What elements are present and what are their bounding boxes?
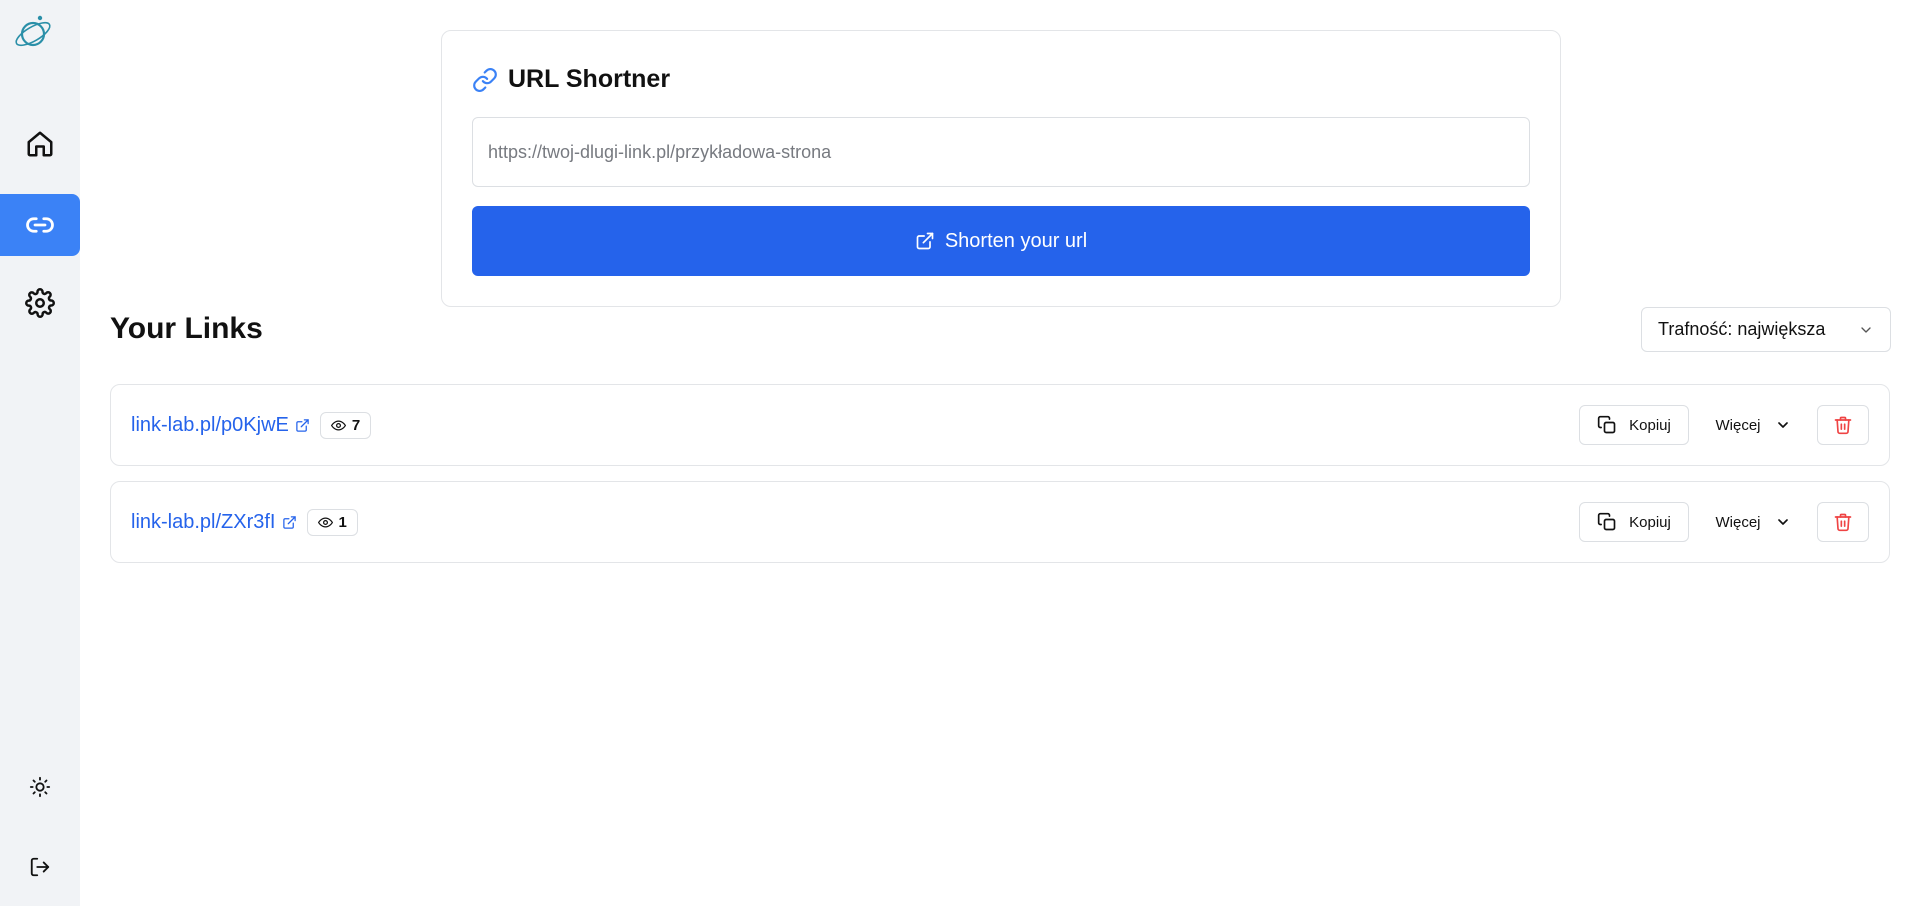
delete-button[interactable] [1817, 405, 1869, 445]
more-button-label: Więcej [1715, 513, 1761, 531]
chevron-down-icon [1777, 422, 1788, 428]
sidebar [0, 0, 80, 906]
external-link-icon [296, 418, 309, 432]
sidebar-item-settings[interactable] [0, 272, 80, 334]
more-dropdown-button[interactable]: Więcej [1703, 502, 1803, 542]
short-link[interactable]: link-lab.pl/p0KjwE [131, 414, 310, 437]
shorten-button-label: Shorten your url [944, 229, 1088, 252]
sort-select-value: Trafność: największa [1658, 319, 1826, 339]
card-title: URL Shortner [508, 65, 671, 93]
copy-button-label: Kopiuj [1629, 513, 1671, 531]
card-header: URL Shortner [472, 65, 670, 94]
shorten-url-button[interactable]: Shorten your url [472, 206, 1530, 276]
link-icon [473, 67, 497, 92]
copy-icon [1597, 512, 1616, 531]
external-link-icon [282, 515, 296, 529]
url-input[interactable] [472, 117, 1530, 187]
chevron-down-icon [1861, 326, 1871, 333]
more-dropdown-button[interactable]: Więcej [1703, 405, 1803, 445]
short-link[interactable]: link-lab.pl/ZXr3fI [131, 511, 297, 534]
sort-select[interactable]: Trafność: największa [1641, 307, 1891, 352]
home-icon [27, 131, 53, 157]
short-link-text: link-lab.pl/ZXr3fI [131, 510, 276, 533]
more-button-label: Więcej [1715, 416, 1761, 434]
views-count: 7 [351, 416, 361, 434]
views-badge: 1 [306, 508, 358, 536]
external-link-icon [916, 232, 934, 250]
row-actions: Kopiuj Więcej [1579, 482, 1869, 562]
copy-button[interactable]: Kopiuj [1579, 502, 1689, 542]
link-info: link-lab.pl/ZXr3fI 1 [131, 482, 358, 562]
logout-button[interactable] [24, 851, 56, 883]
chevron-down-icon [1777, 519, 1788, 525]
sun-icon [29, 776, 51, 798]
copy-icon [1597, 415, 1616, 434]
copy-button[interactable]: Kopiuj [1579, 405, 1689, 445]
copy-button-label: Kopiuj [1629, 416, 1671, 434]
link-icon [26, 217, 54, 233]
gear-icon [25, 288, 55, 318]
url-shortener-card: URL Shortner Shorten your url [441, 30, 1561, 307]
eye-icon [330, 420, 346, 430]
views-badge: 7 [319, 411, 372, 439]
link-row: link-lab.pl/p0KjwE 7 Kopiuj Więcej [110, 384, 1890, 466]
section-title: Your Links [110, 312, 263, 345]
theme-toggle-button[interactable] [24, 771, 56, 803]
trash-icon [1834, 416, 1852, 435]
planet-logo-icon[interactable] [12, 12, 54, 54]
short-link-text: link-lab.pl/p0KjwE [131, 413, 289, 436]
sidebar-item-links[interactable] [0, 194, 80, 256]
row-actions: Kopiuj Więcej [1579, 385, 1869, 465]
views-count: 1 [338, 513, 347, 531]
sidebar-item-home[interactable] [0, 113, 80, 175]
link-row: link-lab.pl/ZXr3fI 1 Kopiuj Więcej [110, 481, 1890, 563]
trash-icon [1834, 513, 1852, 532]
delete-button[interactable] [1817, 502, 1869, 542]
eye-icon [317, 517, 333, 527]
logout-icon [30, 857, 50, 877]
link-info: link-lab.pl/p0KjwE 7 [131, 385, 372, 465]
